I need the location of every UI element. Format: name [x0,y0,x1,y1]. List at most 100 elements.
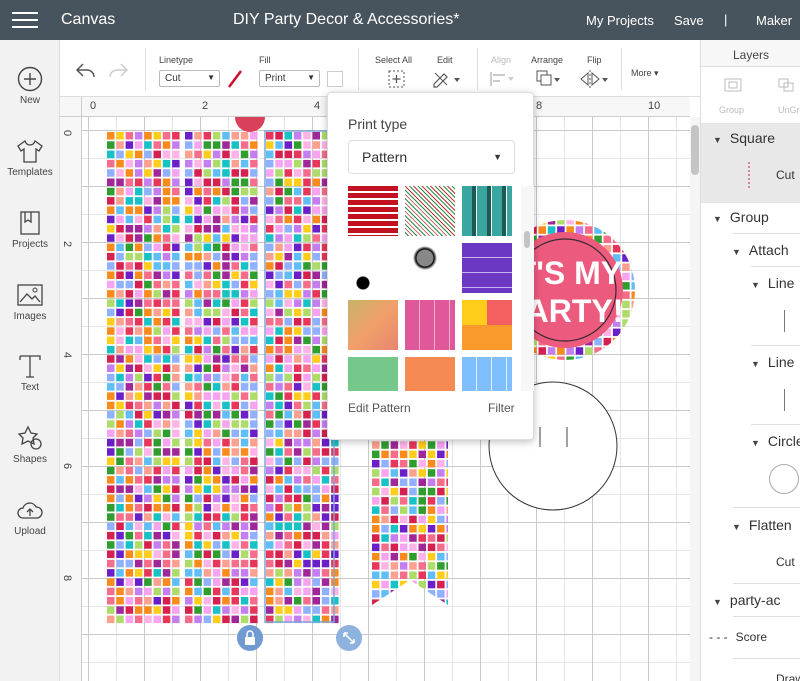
divider [358,48,359,90]
ruler-mark: 4 [61,351,74,359]
sidebar-item-images[interactable]: Images [0,282,60,322]
pattern-tile-green-confetti[interactable] [348,357,398,391]
pattern-tile-teal-plaid[interactable] [462,186,512,236]
image-icon [17,284,43,306]
flip-label: Flip [587,55,602,65]
fill-select[interactable]: Print ▼ [259,70,320,87]
ruler-mark: 8 [536,100,543,112]
group-icon[interactable] [723,77,743,93]
fill-color-swatch[interactable] [327,71,343,87]
linetype-color-swatch[interactable] [225,69,245,89]
select-all-label: Select All [375,55,413,65]
sidebar-label: Upload [14,526,46,537]
layer-flatten[interactable]: ▼ Flatten [732,517,792,533]
sidebar-item-upload[interactable]: Upload [0,497,60,537]
layer-circle[interactable]: ▼Circle [751,433,800,449]
arrange-icon[interactable] [536,70,562,88]
align-icon[interactable] [490,72,516,86]
print-type-popup: Print type Pattern ▼ Edit Pattern Filter [327,92,534,440]
layer-thumbnail [748,162,750,188]
fill-value: Print [265,73,286,84]
sidebar-item-projects[interactable]: Projects [0,210,60,250]
text-icon [19,355,41,378]
sidebar-item-shapes[interactable]: Shapes [0,425,60,465]
select-all-icon[interactable] [388,70,405,88]
group-button[interactable]: Group [719,105,744,115]
sidebar-item-text[interactable]: Text [0,353,60,393]
layer-score[interactable]: - - - Score [709,630,767,644]
layer-cut[interactable]: Cut [776,168,795,182]
scrollbar-thumb[interactable] [691,125,699,175]
layer-line[interactable]: ▼ Line [751,275,794,291]
pattern-tile-floral-lace[interactable] [405,243,455,293]
pattern-grid [348,186,521,391]
toolbar: Linetype Cut ▼ Fill Print ▼ Select All Edi… [60,40,700,97]
ruler-corner [60,97,82,117]
more-button[interactable]: More ▾ [631,68,659,79]
left-sidebar: New Templates Projects Images Text Shape… [0,40,60,681]
ruler-mark: 8 [61,574,74,582]
ruler-mark: 2 [202,100,209,112]
rotate-handle[interactable] [235,117,265,132]
layer-line[interactable]: ▼ Line [751,354,794,370]
ruler-mark: 4 [314,100,321,112]
pattern-tile-pink-stitched[interactable] [405,300,455,350]
lock-button[interactable] [237,625,263,651]
print-type-dropdown[interactable]: Pattern ▼ [348,140,515,174]
my-projects-button[interactable]: My Projects [586,13,654,28]
machine-button[interactable]: Maker [756,13,792,28]
layer-attach[interactable]: ▼ Attach [732,242,789,258]
canvas-scrollbar[interactable] [690,117,700,681]
cloud-upload-icon [17,502,43,519]
plus-circle-icon [17,66,43,92]
save-button[interactable]: Save [674,13,704,28]
project-title: DIY Party Decor & Accessories* [233,11,460,28]
pattern-scrollbar[interactable] [521,186,534,391]
mosaic-strip[interactable] [107,132,180,624]
app-name: Canvas [61,11,116,28]
tshirt-icon [17,139,43,163]
layer-party-accessories[interactable]: ▼ party-ac [713,592,781,608]
resize-button[interactable] [336,625,362,651]
print-type-value: Pattern [362,149,408,165]
hamburger-icon[interactable] [12,11,38,29]
layer-cut[interactable]: Cut [776,555,795,569]
layer-draw[interactable]: Draw [776,672,800,681]
sidebar-item-templates[interactable]: Templates [0,138,60,178]
pattern-tile-purple-stitched[interactable] [462,243,512,293]
ruler-mark: 10 [648,100,661,112]
ruler-mark: 0 [61,129,74,137]
top-bar: Canvas DIY Party Decor & Accessories* My… [0,0,800,40]
filter-button[interactable]: Filter [488,401,515,415]
projects-icon [20,211,40,235]
ungroup-button[interactable]: UnGroup [778,105,800,115]
pattern-tile-black-white-script[interactable] [348,243,398,293]
sidebar-label: Text [20,382,40,393]
layer-square[interactable]: ▼ Square [713,130,775,146]
ungroup-icon[interactable] [777,77,797,93]
flip-icon[interactable] [580,70,610,88]
mosaic-strip[interactable] [185,132,258,624]
pattern-tile-color-block[interactable] [462,300,512,350]
edit-pattern-button[interactable]: Edit Pattern [348,401,411,415]
redo-icon[interactable] [107,62,129,80]
layer-group[interactable]: ▼ Group [713,209,769,225]
pattern-tile-red-stripes[interactable] [348,186,398,236]
left-ruler: 0 2 4 6 8 [60,117,82,681]
layers-panel: Layers Group UnGroup ▼Square Cut ▼Group … [700,40,800,681]
pattern-tile-blue-stitched[interactable] [462,357,512,391]
pattern-tile-diagonal-stripes[interactable] [405,186,455,236]
linetype-select[interactable]: Cut ▼ [159,70,220,87]
chevron-down-icon: ▼ [493,152,502,162]
scrollbar-thumb[interactable] [524,231,530,248]
sidebar-label: Projects [11,239,49,250]
pattern-tile-gradient-orange[interactable] [348,300,398,350]
undo-icon[interactable] [75,62,97,80]
edit-icon[interactable] [432,70,462,88]
pattern-tile-orange-solid[interactable] [405,357,455,391]
print-type-title: Print type [348,116,408,132]
ruler-mark: 6 [61,462,74,470]
chevron-down-icon: ▼ [307,73,315,82]
mosaic-ribbon[interactable] [372,432,454,607]
sidebar-item-new[interactable]: New [0,66,60,106]
